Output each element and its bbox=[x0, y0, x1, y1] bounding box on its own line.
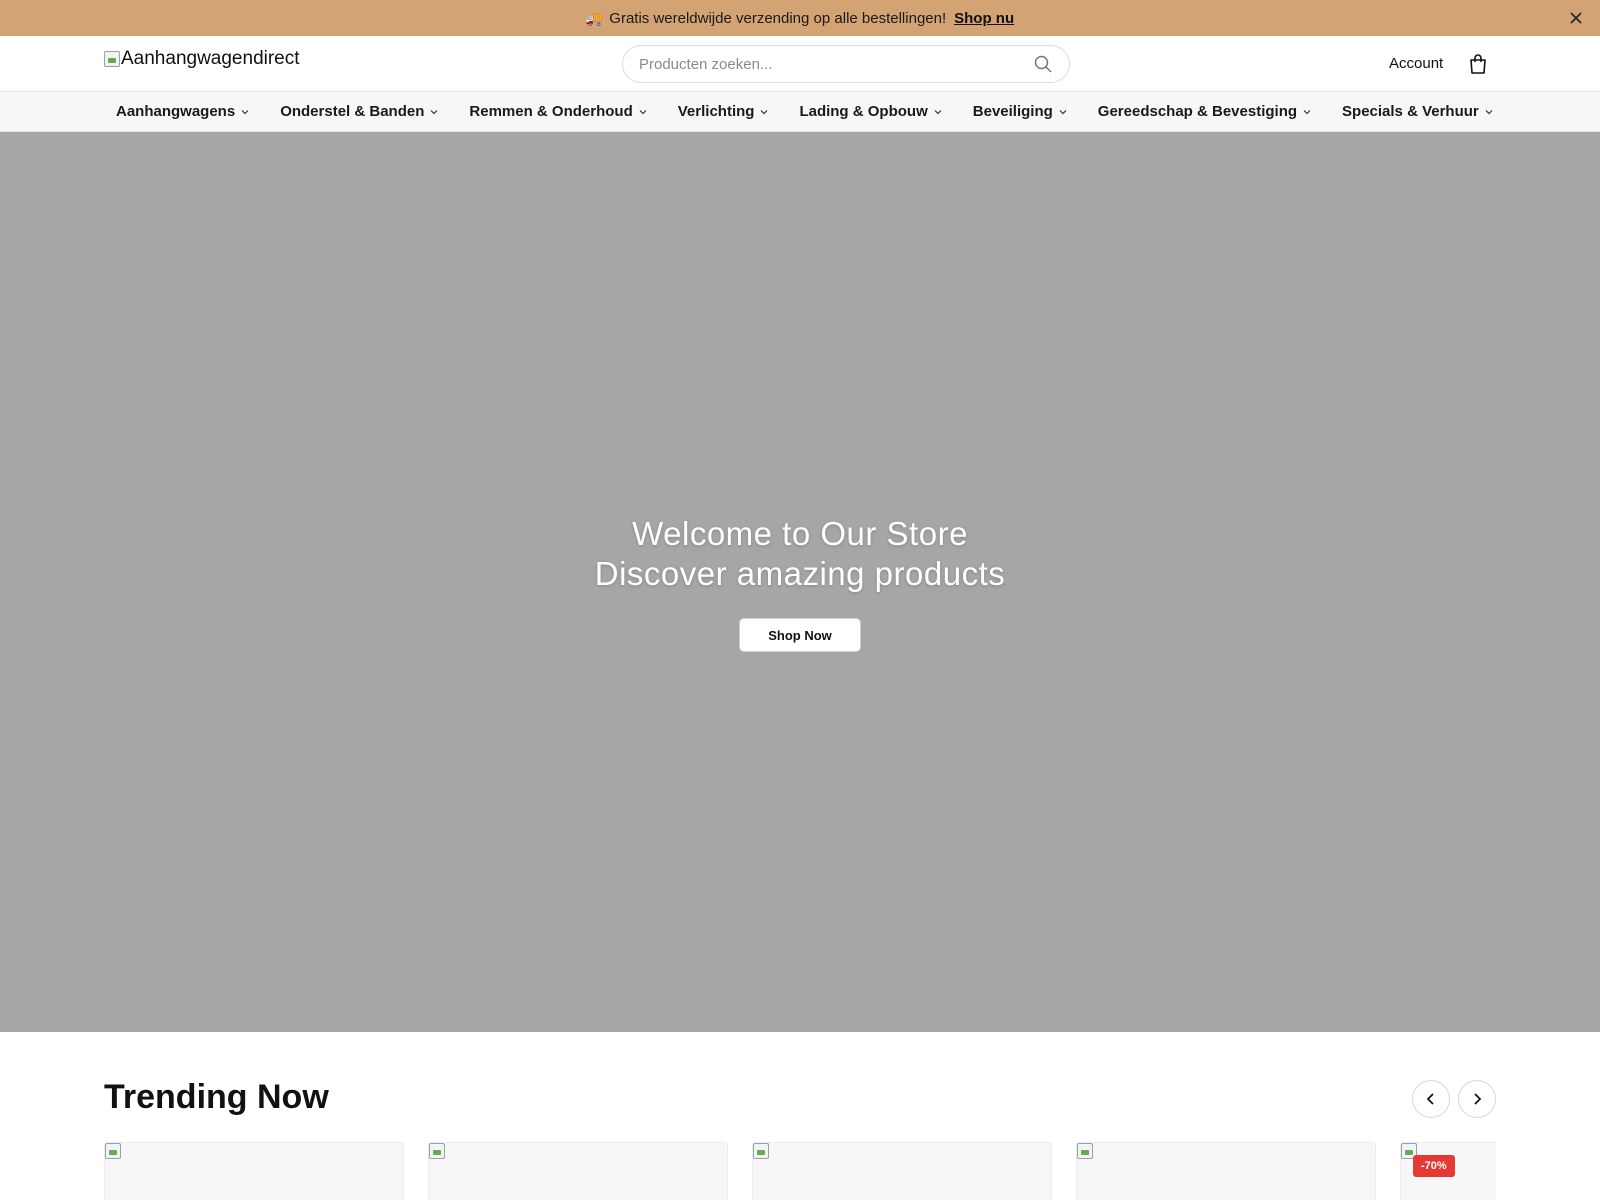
cart-icon[interactable] bbox=[1468, 53, 1488, 75]
hero-title-line1: Welcome to Our Store bbox=[632, 515, 968, 552]
chevron-down-icon bbox=[639, 109, 647, 114]
site-header: Aanhangwagendirect Account bbox=[0, 36, 1600, 92]
discount-badge: -70% bbox=[1413, 1155, 1455, 1177]
broken-image-icon bbox=[104, 51, 120, 67]
hero-title-line2: Discover amazing products bbox=[594, 555, 1006, 592]
hero-banner: Welcome to Our Store Discover amazing pr… bbox=[0, 132, 1600, 1032]
nav-item-label: Specials & Verhuur bbox=[1342, 103, 1479, 120]
nav-item-remmen-onderhoud[interactable]: Remmen & Onderhoud bbox=[469, 103, 647, 120]
product-card[interactable] bbox=[1076, 1142, 1376, 1200]
chevron-right-icon bbox=[1474, 1093, 1482, 1105]
chevron-down-icon bbox=[1059, 109, 1067, 114]
nav-item-aanhangwagens[interactable]: Aanhangwagens bbox=[116, 103, 250, 120]
nav-item-label: Onderstel & Banden bbox=[280, 103, 425, 120]
broken-image-icon bbox=[429, 1143, 445, 1159]
nav-item-gereedschap-bevestiging[interactable]: Gereedschap & Bevestiging bbox=[1098, 103, 1312, 120]
nav-item-onderstel-banden[interactable]: Onderstel & Banden bbox=[280, 103, 439, 120]
chevron-down-icon bbox=[1303, 109, 1311, 114]
nav-item-verlichting[interactable]: Verlichting bbox=[678, 103, 770, 120]
logo[interactable]: Aanhangwagendirect bbox=[104, 48, 300, 70]
account-link[interactable]: Account bbox=[1389, 55, 1443, 72]
product-card[interactable]: -70% bbox=[1400, 1142, 1496, 1200]
close-icon[interactable] bbox=[1566, 8, 1586, 28]
logo-alt-text: Aanhangwagendirect bbox=[121, 48, 300, 69]
nav-item-beveiliging[interactable]: Beveiliging bbox=[973, 103, 1068, 120]
nav-item-lading-opbouw[interactable]: Lading & Opbouw bbox=[799, 103, 942, 120]
product-card[interactable] bbox=[752, 1142, 1052, 1200]
broken-image-icon bbox=[1077, 1143, 1093, 1159]
nav-item-label: Beveiliging bbox=[972, 103, 1053, 120]
nav-item-label: Gereedschap & Bevestiging bbox=[1097, 103, 1298, 120]
nav-item-label: Lading & Opbouw bbox=[799, 103, 928, 120]
carousel-next-button[interactable] bbox=[1458, 1080, 1496, 1118]
chevron-down-icon bbox=[934, 109, 942, 114]
search-bar bbox=[622, 45, 1070, 83]
chevron-left-icon bbox=[1426, 1093, 1434, 1105]
hero-title: Welcome to Our Store Discover amazing pr… bbox=[0, 514, 1600, 594]
chevron-down-icon bbox=[1485, 109, 1493, 114]
shop-now-button[interactable]: Shop Now bbox=[739, 618, 861, 652]
search-input[interactable] bbox=[639, 55, 1033, 73]
nav-item-label: Remmen & Onderhoud bbox=[469, 103, 633, 120]
chevron-down-icon bbox=[430, 109, 438, 114]
announcement-text: Gratis wereldwijde verzending op alle be… bbox=[609, 9, 947, 27]
nav-item-label: Verlichting bbox=[677, 103, 755, 120]
product-carousel: -70% bbox=[104, 1142, 1496, 1200]
announcement-bar: 🚚 Gratis wereldwijde verzending op alle … bbox=[0, 0, 1600, 36]
chevron-down-icon bbox=[241, 109, 249, 114]
product-card[interactable] bbox=[428, 1142, 728, 1200]
search-icon[interactable] bbox=[1033, 54, 1053, 74]
chevron-down-icon bbox=[761, 109, 768, 114]
product-card[interactable] bbox=[104, 1142, 404, 1200]
nav-item-label: Aanhangwagens bbox=[116, 103, 236, 120]
announcement-shop-link[interactable]: Shop nu bbox=[954, 10, 1014, 27]
truck-icon: 🚚 bbox=[585, 9, 604, 26]
carousel-prev-button[interactable] bbox=[1412, 1080, 1450, 1118]
broken-image-icon bbox=[753, 1143, 769, 1159]
nav-item-specials-verhuur[interactable]: Specials & Verhuur bbox=[1342, 103, 1494, 120]
broken-image-icon bbox=[105, 1143, 121, 1159]
trending-title: Trending Now bbox=[104, 1078, 329, 1116]
main-nav: Aanhangwagens Onderstel & Banden Remmen … bbox=[0, 92, 1600, 132]
